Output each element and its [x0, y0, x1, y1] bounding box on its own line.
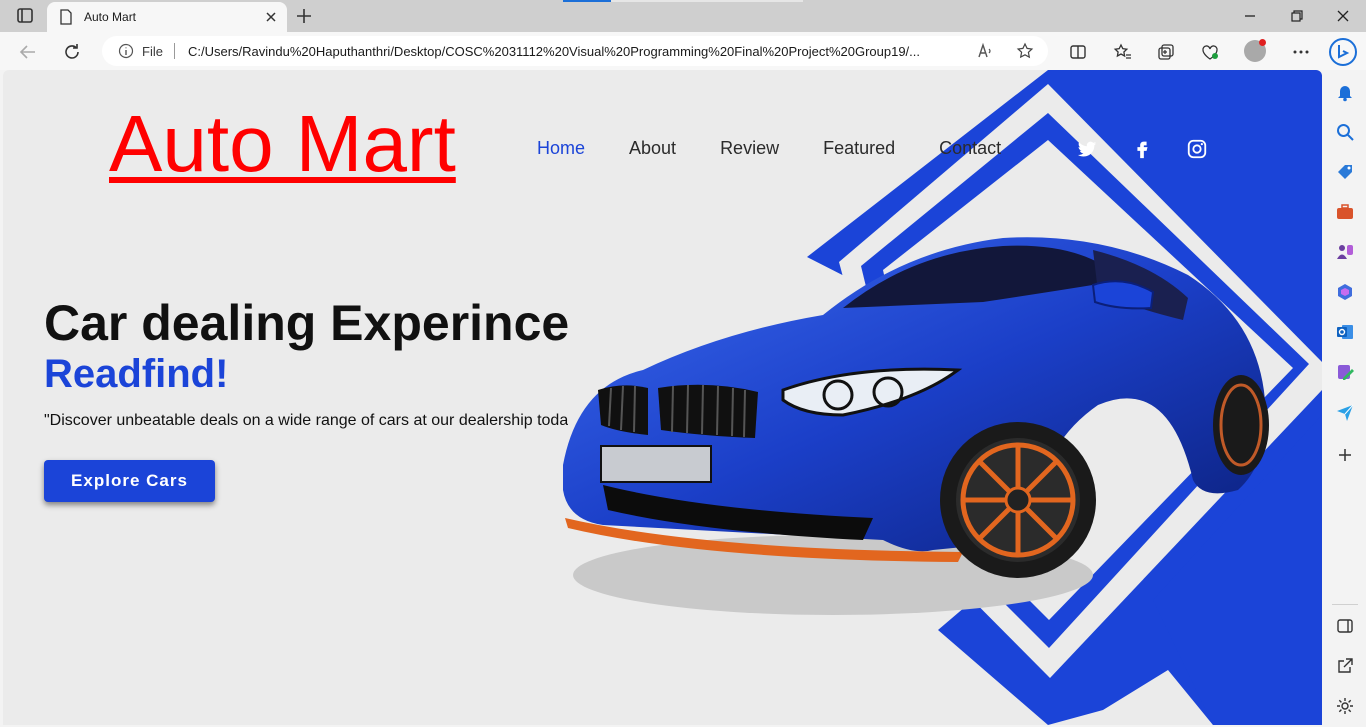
nav-home[interactable]: Home [537, 138, 585, 159]
address-url[interactable]: C:/Users/Ravindu%20Haputhanthri/Desktop/… [188, 44, 968, 59]
hero-subheadline: Readfind! [44, 352, 229, 396]
notification-dot [1259, 39, 1266, 46]
favorite-star-icon[interactable] [1016, 42, 1034, 60]
twitter-icon[interactable] [1076, 138, 1098, 160]
notifications-bell-icon[interactable] [1335, 82, 1355, 102]
hero-tagline: "Discover unbeatable deals on a wide ran… [44, 412, 568, 429]
tab-strip-indicator [563, 0, 611, 2]
outlook-icon[interactable] [1335, 322, 1355, 342]
close-window-icon[interactable] [1335, 8, 1351, 24]
nav-review[interactable]: Review [720, 138, 779, 159]
open-external-icon[interactable] [1335, 656, 1355, 676]
minimize-icon[interactable] [1242, 8, 1258, 24]
copilot-icon[interactable] [1328, 37, 1358, 67]
instagram-icon[interactable] [1186, 138, 1208, 160]
collections-icon[interactable] [1156, 42, 1176, 62]
profile-avatar[interactable] [1244, 39, 1266, 62]
tab-actions-icon[interactable] [10, 7, 38, 25]
browser-tab[interactable]: Auto Mart [47, 2, 287, 32]
main-nav: Home About Review Featured Contact [537, 138, 1045, 159]
send-icon[interactable] [1335, 402, 1355, 422]
back-icon[interactable] [18, 42, 38, 62]
refresh-icon[interactable] [62, 42, 82, 62]
tools-briefcase-icon[interactable] [1335, 202, 1355, 222]
read-aloud-icon[interactable] [976, 42, 994, 60]
nav-about[interactable]: About [629, 138, 676, 159]
tab-strip-indicator-secondary [611, 0, 803, 2]
nav-contact[interactable]: Contact [939, 138, 1001, 159]
hero-headline: Car dealing Experince [44, 295, 570, 351]
page-viewport: Auto Mart Home About Review Featured Con… [3, 70, 1322, 725]
settings-gear-icon[interactable] [1335, 696, 1355, 716]
hide-sidebar-icon[interactable] [1335, 616, 1355, 636]
new-tab-icon[interactable] [295, 7, 313, 25]
browser-toolbar: File C:/Users/Ravindu%20Haputhanthri/Des… [0, 32, 1366, 70]
more-options-icon[interactable] [1291, 42, 1311, 62]
split-screen-icon[interactable] [1068, 42, 1088, 62]
address-bar[interactable]: File C:/Users/Ravindu%20Haputhanthri/Des… [102, 36, 1048, 66]
shopping-tag-icon[interactable] [1335, 162, 1355, 182]
site-logo[interactable]: Auto Mart [109, 104, 456, 184]
address-file-label: File [142, 44, 163, 59]
sidebar-divider [1332, 604, 1358, 605]
games-icon[interactable] [1335, 242, 1355, 262]
restore-icon[interactable] [1289, 8, 1305, 24]
explore-cars-button[interactable]: Explore Cars [44, 460, 215, 502]
page-icon [60, 9, 72, 25]
browser-tab-bar: Auto Mart [0, 0, 1366, 32]
tab-title: Auto Mart [84, 10, 137, 24]
nav-featured[interactable]: Featured [823, 138, 895, 159]
favorites-icon[interactable] [1113, 42, 1133, 62]
close-tab-icon[interactable] [263, 9, 279, 25]
browser-sidebar [1324, 70, 1366, 727]
browser-essentials-icon[interactable] [1200, 42, 1220, 62]
address-separator [174, 43, 175, 59]
microsoft-365-icon[interactable] [1335, 282, 1355, 302]
designer-icon[interactable] [1335, 362, 1355, 382]
site-info-icon[interactable] [118, 43, 134, 59]
search-icon[interactable] [1335, 122, 1355, 142]
add-sidebar-app-icon[interactable] [1335, 445, 1355, 465]
facebook-icon[interactable] [1131, 138, 1153, 160]
